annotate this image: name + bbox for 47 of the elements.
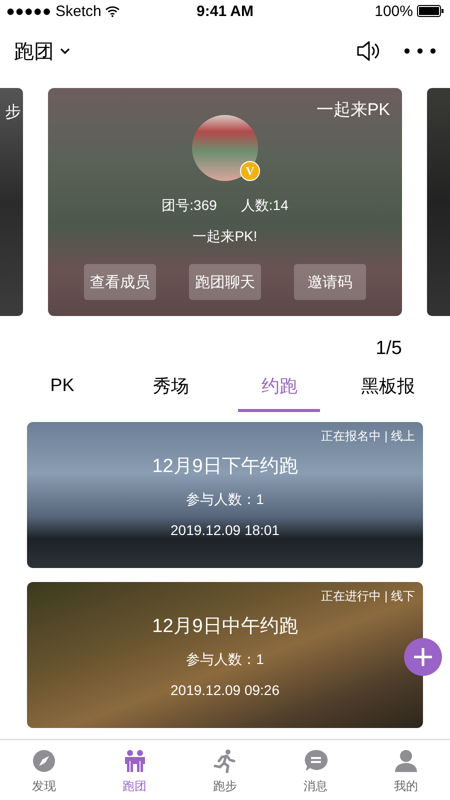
team-motto: 一起来PK! — [192, 228, 258, 246]
event-title: 12月9日中午约跑 — [152, 615, 298, 639]
chevron-down-icon — [60, 48, 70, 54]
wifi-icon — [105, 6, 120, 16]
card-title: 步 — [5, 102, 21, 123]
speaker-icon[interactable] — [356, 40, 380, 62]
event-time: 2019.12.09 18:01 — [170, 522, 280, 538]
section-tab[interactable]: PK — [21, 362, 104, 412]
member-count: 人数:14 — [240, 197, 288, 215]
plus-icon — [413, 647, 433, 667]
person-icon — [394, 749, 418, 773]
carrier-name: ●●●●● Sketch — [6, 2, 102, 20]
section-tab[interactable]: 约跑 — [238, 362, 320, 412]
section-tab[interactable]: 秀场 — [130, 362, 212, 412]
participant-count: 参与人数：1 — [186, 491, 264, 509]
nav-tab[interactable]: 消息 — [284, 740, 348, 800]
verified-badge: V — [240, 161, 260, 181]
event-status: 正在进行中 | 线下 — [321, 588, 415, 605]
team-card[interactable]: 一起来PK V 团号:369 人数:14 一起来PK! 查看成员 跑团聊天 邀请码 — [48, 88, 402, 316]
more-icon[interactable] — [404, 48, 436, 54]
add-button[interactable] — [404, 638, 442, 676]
card-action-button[interactable]: 跑团聊天 — [189, 264, 261, 300]
compass-icon — [32, 749, 56, 773]
event-status: 正在报名中 | 线上 — [321, 428, 415, 445]
card-title: 一起来PK — [316, 99, 390, 121]
clock-time: 9:41 AM — [196, 2, 254, 20]
event-card[interactable]: 正在报名中 | 线上 12月9日下午约跑 参与人数：1 2019.12.09 18:01 — [27, 422, 423, 568]
nav-tab[interactable]: 发现 — [12, 740, 76, 800]
card-action-button[interactable]: 查看成员 — [84, 264, 156, 300]
section-tab[interactable]: 黑板报 — [346, 362, 429, 412]
nav-tab[interactable]: 跑步 — [193, 740, 257, 800]
event-title: 12月9日下午约跑 — [152, 455, 298, 479]
nav-tab[interactable]: 我的 — [374, 740, 438, 800]
card-action-button[interactable]: 邀请码 — [294, 264, 366, 300]
battery-icon — [417, 5, 444, 17]
page-indicator: 1/5 — [376, 338, 402, 360]
team-card[interactable]: 步 — [0, 88, 23, 316]
participant-count: 参与人数：1 — [186, 651, 264, 669]
team-selector[interactable]: 跑团 — [14, 38, 70, 64]
team-number: 团号:369 — [162, 197, 217, 215]
two-people-icon — [122, 749, 146, 773]
event-card[interactable]: 正在进行中 | 线下 12月9日中午约跑 参与人数：1 2019.12.09 09:26 — [27, 582, 423, 728]
event-time: 2019.12.09 09:26 — [170, 682, 280, 698]
battery-percent: 100% — [374, 2, 413, 20]
chat-bubble-icon — [304, 749, 328, 773]
runner-icon — [213, 749, 237, 773]
nav-tab[interactable]: 跑团 — [102, 740, 166, 800]
